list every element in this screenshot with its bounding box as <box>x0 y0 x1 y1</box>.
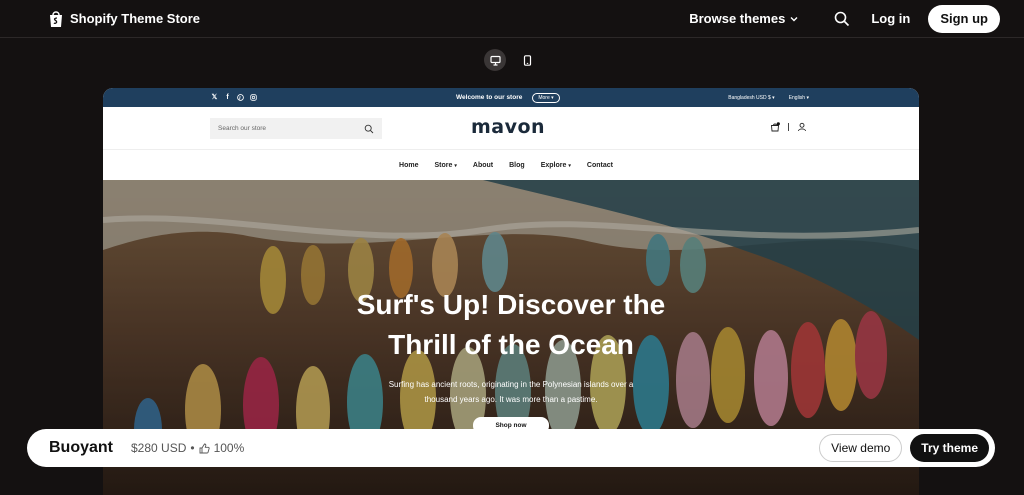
hero-content: Surf's Up! Discover the Thrill of the Oc… <box>103 285 919 434</box>
x-icon[interactable]: 𝕏 <box>211 94 218 101</box>
theme-price-rating: $280 USD • 100% <box>131 441 244 455</box>
nav-home[interactable]: Home <box>399 162 418 169</box>
login-link[interactable]: Log in <box>871 11 910 26</box>
try-theme-button[interactable]: Try theme <box>910 434 989 462</box>
currency-select[interactable]: Bangladesh USD $ ▾ <box>728 95 774 101</box>
view-demo-button[interactable]: View demo <box>819 434 903 462</box>
cart-icon[interactable] <box>770 122 780 132</box>
nav-right: Browse themes Log in Sign up <box>689 4 1000 33</box>
try-theme-label: Try theme <box>921 441 978 455</box>
chevron-down-icon <box>790 16 798 21</box>
currency-label: Bangladesh USD $ <box>728 94 771 101</box>
theme-action-bar: Buoyant $280 USD • 100% View demo Try th… <box>27 429 995 467</box>
announcement-text: Welcome to our store <box>456 94 523 101</box>
announcement-center: Welcome to our store More ▾ <box>456 88 560 107</box>
mobile-view-button[interactable] <box>516 49 538 71</box>
announcement-bar: 𝕏 f Welcome to our store More ▾ Banglade… <box>103 88 919 107</box>
search-icon[interactable] <box>833 10 851 28</box>
theme-name: Buoyant <box>49 439 113 456</box>
signup-button[interactable]: Sign up <box>928 4 1000 33</box>
hero-subtitle: Surfing has ancient roots, originating i… <box>103 377 919 407</box>
nav-explore[interactable]: Explore ▾ <box>541 162 571 169</box>
more-button[interactable]: More ▾ <box>532 92 560 103</box>
bottom-actions: View demo Try theme <box>819 434 989 462</box>
shopify-bag-icon <box>50 10 62 27</box>
hero-title-line1: Surf's Up! Discover the <box>356 289 666 320</box>
pinterest-icon[interactable] <box>237 94 244 101</box>
header-divider <box>788 123 789 131</box>
brand-link[interactable]: Shopify Theme Store <box>48 10 200 28</box>
theme-rating: 100% <box>213 441 245 455</box>
hero-sub-line2: thousand years ago. It was more than a p… <box>424 395 598 404</box>
nav-contact[interactable]: Contact <box>587 162 613 169</box>
store-header: Search our store mavon <box>103 107 919 150</box>
brand-name: Shopify Theme Store <box>70 11 201 26</box>
signup-label: Sign up <box>940 11 988 26</box>
language-select[interactable]: English ▾ <box>789 95 809 101</box>
search-icon[interactable] <box>364 124 374 134</box>
language-label: English <box>788 94 806 101</box>
theme-price: $280 USD <box>131 441 187 455</box>
view-demo-label: View demo <box>831 441 891 455</box>
store-logo[interactable]: mavon <box>471 116 545 138</box>
nav-store-label: Store <box>434 161 453 169</box>
separator-dot: • <box>190 441 195 455</box>
mobile-icon <box>523 54 531 66</box>
more-label: More <box>538 94 550 101</box>
browse-themes-label: Browse themes <box>689 11 786 26</box>
facebook-icon[interactable]: f <box>224 94 231 101</box>
account-icon[interactable] <box>797 122 807 132</box>
nav-blog[interactable]: Blog <box>509 162 525 169</box>
hero-sub-line1: Surfing has ancient roots, originating i… <box>388 380 634 389</box>
chevron-down-icon: ▾ <box>568 162 571 169</box>
social-links: 𝕏 f <box>211 94 257 101</box>
top-navbar: Shopify Theme Store Browse themes Log in… <box>0 0 1024 38</box>
nav-about[interactable]: About <box>473 162 493 169</box>
desktop-view-button[interactable] <box>484 49 506 71</box>
header-icons <box>770 122 807 132</box>
nav-explore-label: Explore <box>540 161 567 169</box>
hero-title: Surf's Up! Discover the Thrill of the Oc… <box>103 285 919 365</box>
device-toggle <box>484 49 538 71</box>
browse-themes-menu[interactable]: Browse themes <box>689 11 799 26</box>
chevron-down-icon: ▾ <box>454 162 457 169</box>
locale-selectors: Bangladesh USD $ ▾ English ▾ <box>728 95 809 101</box>
instagram-icon[interactable] <box>250 94 257 101</box>
hero-title-line2: Thrill of the Ocean <box>388 329 634 360</box>
store-search-input[interactable]: Search our store <box>210 118 382 139</box>
store-nav: Home Store ▾ About Blog Explore ▾ Contact <box>103 150 919 180</box>
desktop-icon <box>489 55 501 66</box>
thumbs-up-icon <box>199 443 210 453</box>
nav-store[interactable]: Store ▾ <box>434 162 456 169</box>
store-search-placeholder: Search our store <box>218 125 267 132</box>
